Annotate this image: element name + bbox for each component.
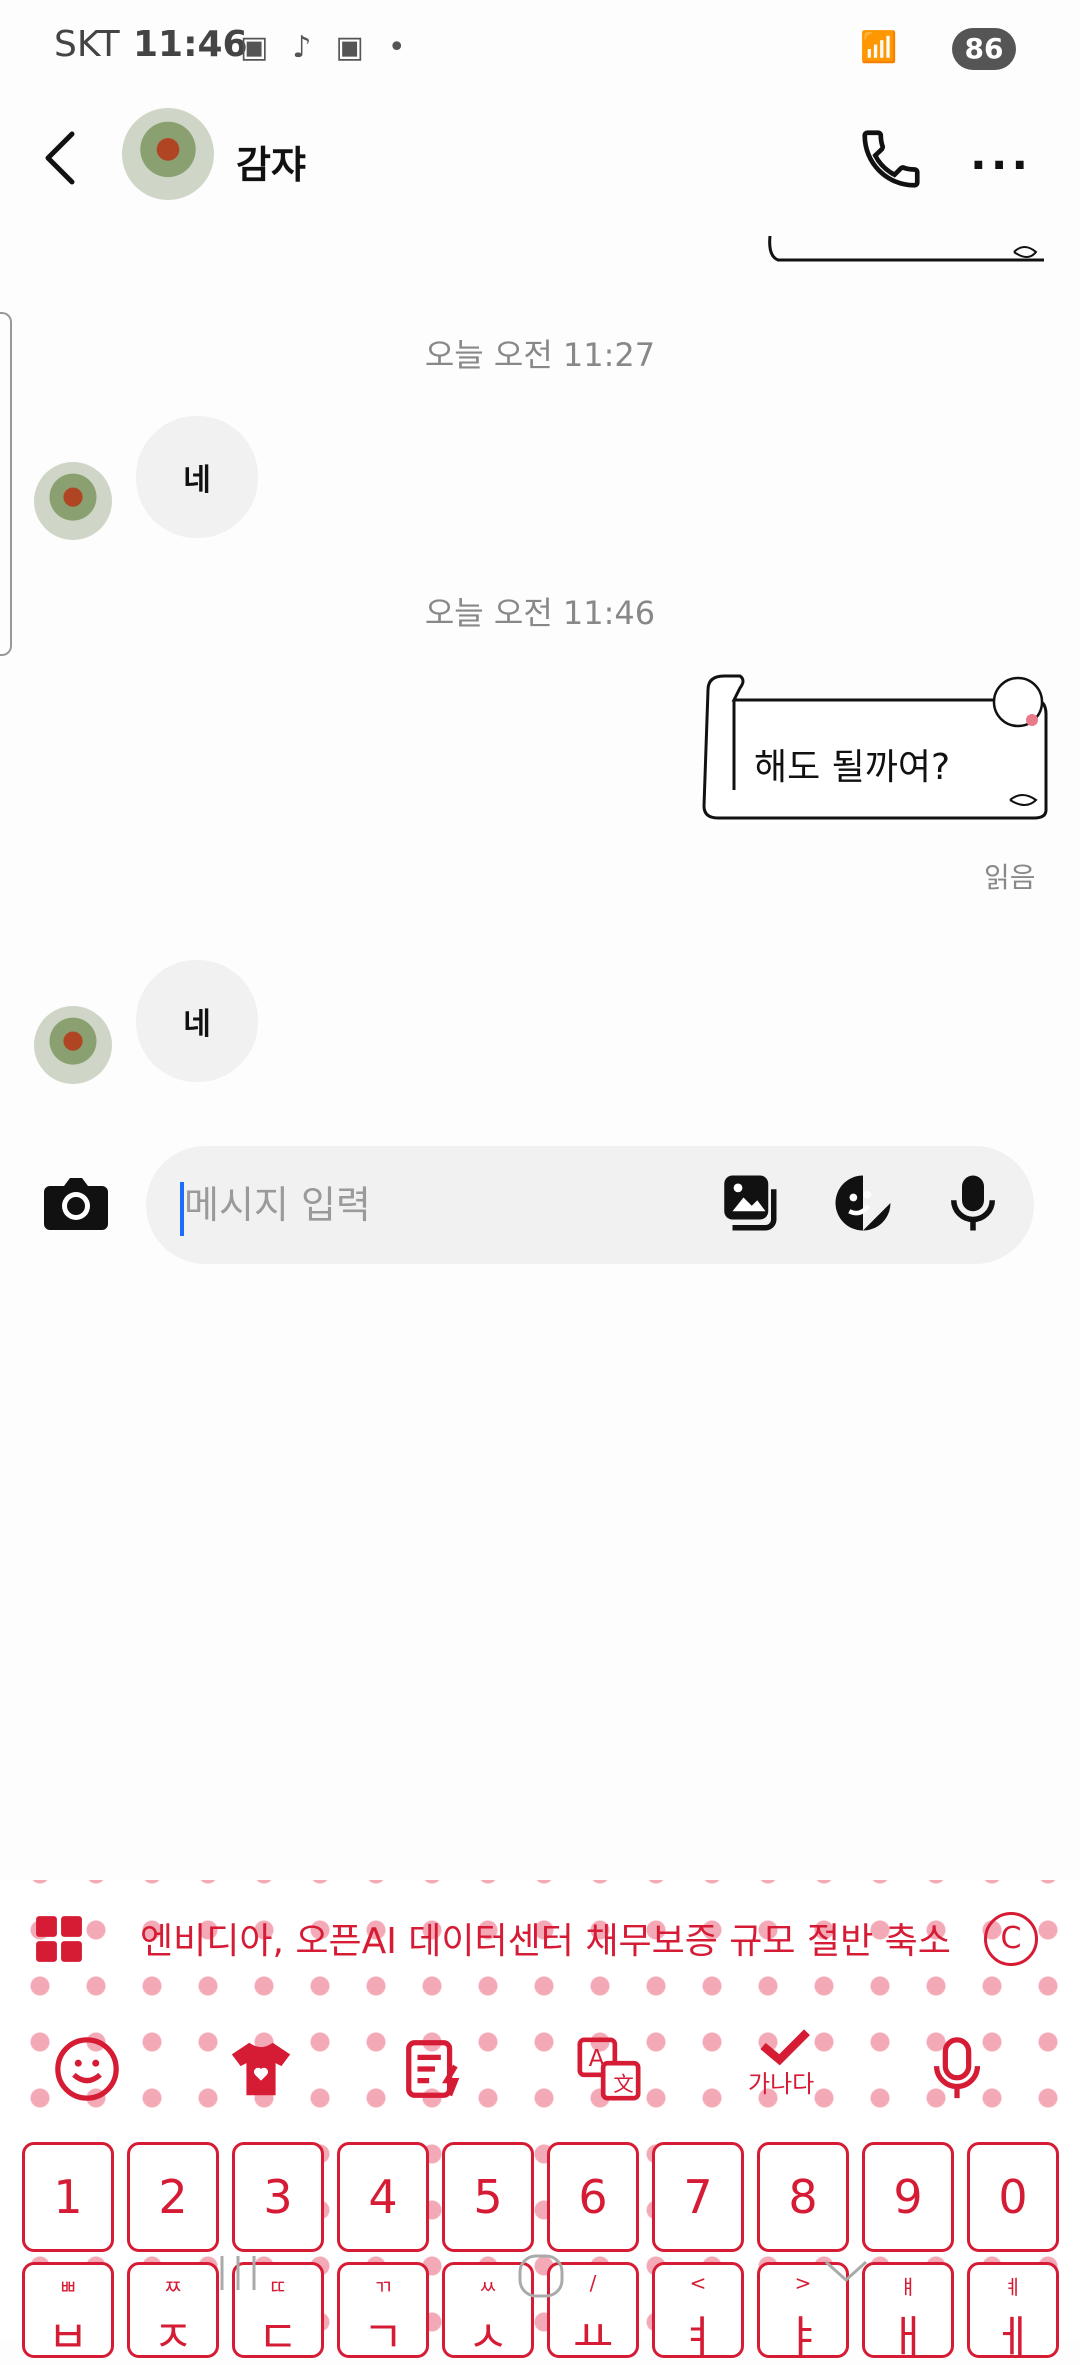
- key-shift-label: ㅉ: [163, 2275, 183, 2299]
- more-options-icon[interactable]: ···: [970, 140, 1032, 191]
- key-9[interactable]: 9: [862, 2142, 954, 2252]
- key-shift-label: ㅖ: [1003, 2275, 1023, 2299]
- key-label: ㅔ: [992, 2312, 1034, 2363]
- key-ya[interactable]: > ㅑ: [757, 2262, 849, 2363]
- battery-badge: 86: [952, 28, 1016, 70]
- sticker-text: 해도 될까여?: [754, 747, 951, 788]
- dot-icon: •: [387, 30, 406, 65]
- message-input[interactable]: [182, 1176, 686, 1234]
- key-label: ㅐ: [887, 2312, 929, 2363]
- key-3[interactable]: 3: [232, 2142, 324, 2252]
- key-label: ㄷ: [257, 2312, 299, 2363]
- key-jieut[interactable]: ㅉㅈ: [127, 2262, 219, 2363]
- menu-grid-icon[interactable]: [34, 1914, 84, 1964]
- chat-title[interactable]: 감쟈: [236, 134, 306, 189]
- message-text: 네: [183, 463, 211, 498]
- clock: 11:46: [133, 24, 248, 65]
- microphone-icon[interactable]: [922, 2034, 992, 2104]
- sticker-icon[interactable]: [830, 1170, 896, 1236]
- key-6[interactable]: 6: [547, 2142, 639, 2252]
- key-7[interactable]: 7: [652, 2142, 744, 2252]
- gallery-icon[interactable]: [716, 1170, 782, 1236]
- key-label: ㅅ: [467, 2312, 509, 2363]
- key-5[interactable]: 5: [442, 2142, 534, 2252]
- message-timestamp: 오늘 오전 11:27: [424, 336, 656, 374]
- news-ticker[interactable]: 엔비디아, 오픈AI 데이터센터 채무보증 규모 절반 축소: [140, 1912, 951, 1964]
- screen-record-icon: ▣: [335, 30, 364, 65]
- read-receipt: 읽음: [984, 861, 1036, 894]
- key-ae[interactable]: ㅒㅐ: [862, 2262, 954, 2363]
- wifi-signal-icon: 📶: [860, 30, 898, 65]
- key-shift-label: ㅆ: [478, 2275, 498, 2299]
- message-text: 네: [183, 1007, 211, 1042]
- check-icon[interactable]: [750, 2024, 820, 2068]
- screen-record-icon: ▣: [240, 30, 269, 65]
- key-shift-label: ㅒ: [898, 2275, 918, 2299]
- key-label: ㄱ: [362, 2312, 404, 2363]
- key-siot[interactable]: ㅆㅅ: [442, 2262, 534, 2363]
- key-label: ㅕ: [677, 2312, 719, 2363]
- key-0[interactable]: 0: [967, 2142, 1059, 2252]
- phone-icon[interactable]: [856, 124, 926, 194]
- svg-text:文: 文: [613, 2072, 633, 2096]
- key-2[interactable]: 2: [127, 2142, 219, 2252]
- theme-shirt-icon[interactable]: [226, 2034, 296, 2104]
- key-8[interactable]: 8: [757, 2142, 849, 2252]
- avatar[interactable]: [34, 1006, 112, 1084]
- key-shift-label: ㄸ: [268, 2275, 288, 2299]
- copyright-icon[interactable]: C: [984, 1912, 1038, 1966]
- camera-icon[interactable]: [42, 1172, 110, 1232]
- text-edit-icon[interactable]: [400, 2034, 470, 2104]
- tiktok-icon: ♪: [292, 30, 312, 65]
- key-shift-label: >: [794, 2271, 812, 2295]
- key-label: ㅈ: [152, 2312, 194, 2363]
- carrier-label: SKT: [54, 24, 120, 65]
- key-bieup[interactable]: ㅃㅂ: [22, 2262, 114, 2363]
- translate-icon[interactable]: A 文: [574, 2034, 644, 2104]
- key-label: ㅂ: [47, 2312, 89, 2363]
- microphone-icon[interactable]: [940, 1170, 1006, 1236]
- key-shift-label: <: [689, 2271, 707, 2295]
- avatar[interactable]: [122, 108, 214, 200]
- key-yeo[interactable]: < ㅕ: [652, 2262, 744, 2363]
- incoming-message[interactable]: 네: [136, 960, 258, 1082]
- key-e[interactable]: ㅖㅔ: [967, 2262, 1059, 2363]
- key-shift-label: ㄲ: [373, 2275, 393, 2299]
- key-giyeok[interactable]: ㄲㄱ: [337, 2262, 429, 2363]
- key-label: ㅑ: [782, 2312, 824, 2363]
- incoming-message[interactable]: 네: [136, 416, 258, 538]
- message-timestamp: 오늘 오전 11:46: [424, 594, 656, 632]
- key-digeut[interactable]: ㄸㄷ: [232, 2262, 324, 2363]
- key-yo[interactable]: / ㅛ: [547, 2262, 639, 2363]
- key-shift-label: /: [589, 2271, 597, 2295]
- avatar[interactable]: [34, 462, 112, 540]
- key-1[interactable]: 1: [22, 2142, 114, 2252]
- hangul-mode-label[interactable]: 가나다: [748, 2064, 814, 2099]
- sticker-fragment: [768, 235, 1044, 262]
- back-arrow-icon[interactable]: [40, 128, 80, 188]
- notification-icons: ▣ ♪ ▣ •: [240, 30, 406, 65]
- key-label: ㅛ: [572, 2312, 614, 2363]
- key-4[interactable]: 4: [337, 2142, 429, 2252]
- key-shift-label: ㅃ: [58, 2275, 78, 2299]
- svg-text:A: A: [589, 2044, 605, 2072]
- emoji-icon[interactable]: [52, 2034, 122, 2104]
- sticker-message[interactable]: 해도 될까여?: [694, 670, 1054, 830]
